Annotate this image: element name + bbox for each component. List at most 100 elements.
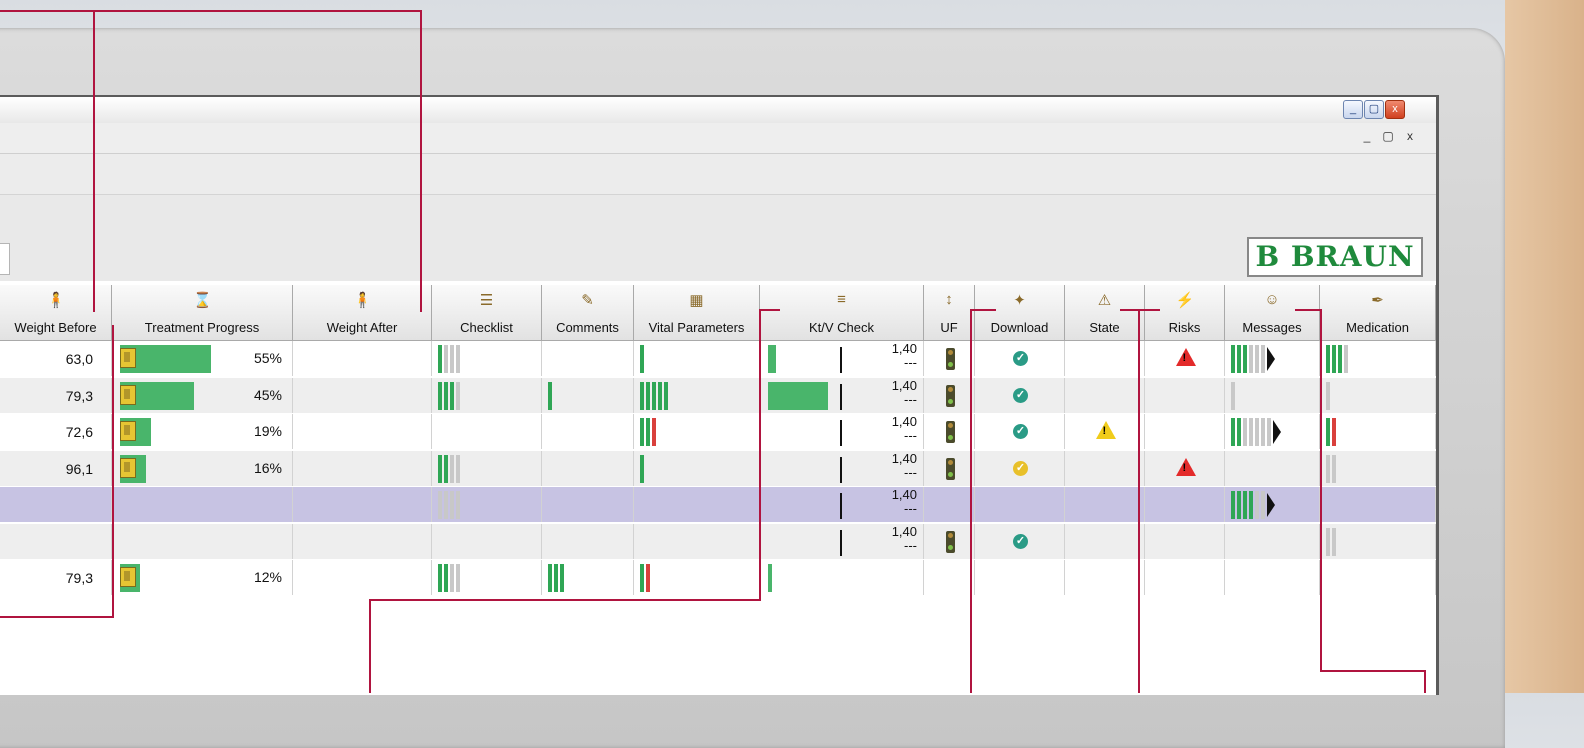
mdi-restore-button[interactable]: ▢: [1381, 129, 1395, 143]
status-tick: [456, 345, 460, 373]
minimize-button[interactable]: _: [1343, 100, 1363, 119]
status-tick: [1344, 345, 1348, 373]
arrow-icon: [1267, 347, 1275, 371]
table-row[interactable]: 79,3 45% 1,40 --- ✓: [0, 377, 1436, 414]
ktv-value: 1,40 ---: [892, 451, 917, 480]
cell-vital_parameters: [634, 377, 760, 413]
mdi-minimize-button[interactable]: _: [1360, 129, 1374, 143]
cell-risks: [1145, 414, 1225, 449]
progress-percent: 19%: [253, 423, 282, 439]
status-tick: [646, 564, 650, 592]
column-header-label: Comments: [556, 320, 619, 335]
status-tick: [658, 381, 662, 410]
table-row[interactable]: 63,0 55% 1,40 --- ✓!: [0, 341, 1436, 377]
tick-group: [438, 345, 462, 373]
hourglass-icon: ⌛: [193, 292, 212, 309]
cell-weight_after: [293, 450, 432, 486]
table-row[interactable]: 72,6 19% 1,40 --- ✓!: [0, 414, 1436, 450]
column-header-risks[interactable]: ⚡ Risks: [1145, 285, 1225, 341]
leader-line: [1424, 670, 1426, 693]
cell-weight_after: [293, 523, 432, 559]
column-header-label: Vital Parameters: [648, 320, 745, 335]
cell-weight_before: 96,1: [0, 450, 112, 486]
status-tick: [548, 381, 552, 410]
restore-button[interactable]: ▢: [1364, 100, 1384, 119]
column-header-vital_parameters[interactable]: ▦ Vital Parameters: [634, 285, 760, 341]
cell-weight_after: [293, 487, 432, 522]
column-header-messages[interactable]: ☺ Messages: [1225, 285, 1320, 341]
cell-risks: [1145, 487, 1225, 522]
column-header-checklist[interactable]: ☰ Checklist: [432, 285, 542, 341]
status-tick: [1332, 345, 1336, 373]
table-row[interactable]: 1,40 ---: [0, 487, 1436, 523]
cell-risks: !: [1145, 450, 1225, 486]
ktv-number: 1,40: [891, 414, 917, 429]
tick-group: [438, 564, 462, 592]
cell-vital_parameters: [634, 450, 760, 486]
cell-comments: [542, 560, 634, 595]
status-tick: [444, 491, 448, 519]
cell-treatment_progress: 16%: [112, 450, 293, 486]
leader-line: [0, 616, 114, 618]
ktv-sub: ---: [904, 464, 917, 480]
tick-group: [1326, 527, 1338, 556]
column-header-state[interactable]: ⚠ State: [1065, 285, 1145, 341]
ktv-value: 1,40 ---: [892, 342, 917, 370]
table-row[interactable]: 1,40 --- ✓: [0, 523, 1436, 560]
column-header-label: Checklist: [460, 320, 513, 335]
ktv-sub: ---: [904, 501, 917, 516]
progress-percent: 12%: [253, 569, 282, 585]
column-header-weight_after[interactable]: 🧍 Weight After: [293, 285, 432, 341]
cell-checklist: [432, 377, 542, 413]
ktv-sub: ---: [904, 537, 917, 553]
column-header-comments[interactable]: ✎ Comments: [542, 285, 634, 341]
cell-medication: [1320, 377, 1436, 413]
status-tick: [652, 418, 656, 446]
tick-group: [640, 454, 646, 483]
column-header-uf[interactable]: ↕ UF: [924, 285, 975, 341]
cell-comments: [542, 487, 634, 522]
arrow-icon: [1273, 420, 1281, 444]
status-tick: [450, 454, 454, 483]
status-tick: [1231, 418, 1235, 446]
application-window: _ ▢ x _ ▢ x B BRAUN 🧍 Weight Before ⌛ Treat…: [0, 95, 1439, 695]
ktv-sub: ---: [904, 391, 917, 407]
status-tick: [1261, 491, 1265, 519]
cell-risks: [1145, 560, 1225, 595]
table-row[interactable]: 96,1 16% 1,40 --- ✓!: [0, 450, 1436, 487]
mdi-close-button[interactable]: x: [1403, 129, 1417, 143]
status-tick: [438, 491, 442, 519]
status-tick: [1237, 345, 1241, 373]
leader-line: [970, 309, 972, 693]
cell-uf: [924, 341, 975, 376]
column-header-label: Medication: [1346, 320, 1409, 335]
column-header-medication[interactable]: ✒ Medication: [1320, 285, 1436, 341]
column-header-label: Weight After: [326, 320, 398, 335]
column-header-weight_before[interactable]: 🧍 Weight Before: [0, 285, 112, 341]
cell-treatment_progress: [112, 523, 293, 559]
cell-comments: [542, 341, 634, 376]
table-row[interactable]: 79,3 12%: [0, 560, 1436, 596]
toolbar-button[interactable]: [0, 243, 10, 275]
weight-before-value: 63,0: [65, 351, 93, 367]
ktv-number: 1,40: [891, 341, 917, 356]
status-tick: [1249, 418, 1253, 446]
cell-risks: [1145, 523, 1225, 559]
status-tick: [640, 454, 644, 483]
cell-treatment_progress: [112, 487, 293, 522]
status-tick: [646, 418, 650, 446]
ktv-bar: [768, 564, 772, 592]
close-button[interactable]: x: [1385, 100, 1405, 119]
background-panel: [1505, 0, 1584, 693]
ktv-target-line: [840, 383, 842, 410]
column-header-label: UF: [940, 320, 958, 335]
status-tick: [456, 564, 460, 592]
column-header-download[interactable]: ✦ Download: [975, 285, 1065, 341]
cell-weight_after: [293, 414, 432, 449]
status-tick: [450, 345, 454, 373]
column-header-ktv_check[interactable]: ≡ Kt/V Check: [760, 285, 924, 341]
tick-group: [640, 381, 670, 410]
column-header-treatment_progress[interactable]: ⌛ Treatment Progress: [112, 285, 293, 341]
cell-download: ✓: [975, 377, 1065, 413]
cell-vital_parameters: [634, 341, 760, 376]
